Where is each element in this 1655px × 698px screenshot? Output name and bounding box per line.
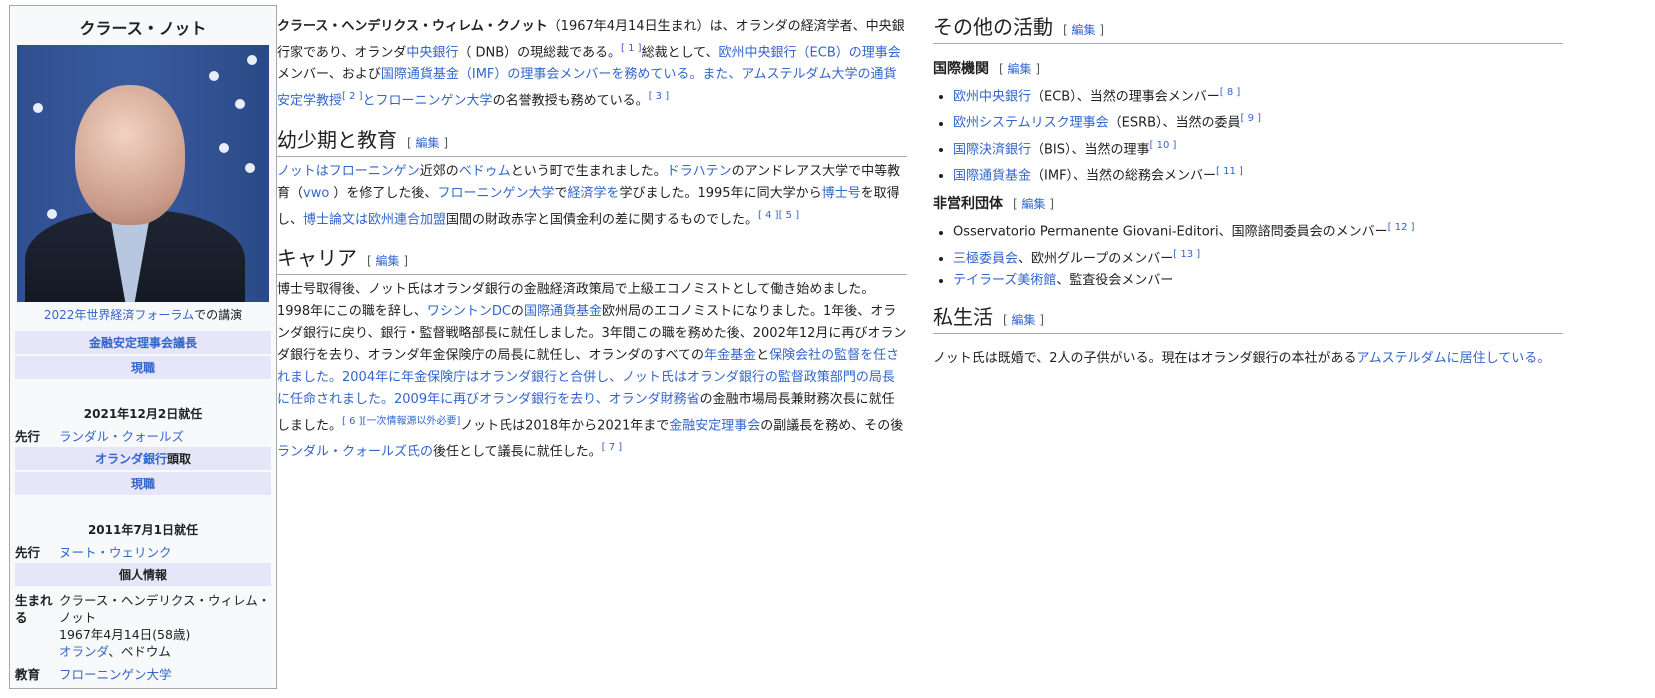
office-link-2[interactable]: オランダ銀行 [95, 452, 167, 466]
caption-link[interactable]: 2022年世界経済フォーラム [44, 308, 194, 322]
personal-life-paragraph: ノット氏は既婚で、2人の子供がいる。現在はオランダ銀行の本社があるアムステルダム… [933, 350, 1551, 366]
predecessor-link-1[interactable]: ランダル・クォールズ [59, 429, 184, 444]
image-caption: 2022年世界経済フォーラムでの講演 [43, 308, 243, 322]
edit-link[interactable]: 編集 [376, 254, 400, 268]
nonprofit-list: Osservatorio Permanente Giovani-Editori、… [933, 217, 1563, 292]
list-item: 国際通貨基金（IMF）、当然の総務会メンバー[ 11 ] [953, 161, 1563, 187]
office-header-1: 金融安定理事会議長 [15, 331, 271, 354]
office-header-2: オランダ銀行頭取 [15, 447, 271, 470]
education-link[interactable]: フローニンゲン大学 [59, 667, 172, 682]
list-item: 国際決済銀行（BIS）、当然の理事[ 10 ] [953, 135, 1563, 161]
birthplace-link[interactable]: オランダ [59, 644, 108, 659]
status-badge-2: 現職 [15, 472, 271, 495]
subheading-international: 国際機関[ 編集 ] [933, 61, 1041, 77]
office-link-1[interactable]: 金融安定理事会議長 [89, 336, 197, 350]
section-heading-other-activities: その他の活動[ 編集 ] [933, 16, 1563, 44]
list-item: Osservatorio Permanente Giovani-Editori、… [953, 217, 1563, 243]
right-content: その他の活動[ 編集 ] 国際機関[ 編集 ] 欧州中央銀行（ECB）、当然の理… [933, 16, 1563, 370]
personal-info-header: 個人情報 [15, 563, 271, 586]
list-item: 三極委員会、欧州グループのメンバー[ 13 ] [953, 244, 1563, 270]
section-heading-early-life: 幼少期と教育[ 編集 ] [277, 129, 907, 157]
predecessor-row-2: 先行 ヌート・ウェリンク [15, 545, 172, 560]
international-list: 欧州中央銀行（ECB）、当然の理事会メンバー[ 8 ] 欧州システムリスク理事会… [933, 82, 1563, 187]
assumed-office-2: 2011年7月1日就任 [87, 523, 199, 537]
predecessor-row-1: 先行 ランダル・クォールズ [15, 429, 185, 444]
edit-link[interactable]: 編集 [416, 136, 440, 150]
list-item: 欧州中央銀行（ECB）、当然の理事会メンバー[ 8 ] [953, 82, 1563, 108]
assumed-office-1: 2021年12月2日就任 [83, 407, 203, 421]
early-life-paragraph: ノットはフローニンゲン近郊のベドゥムという町で生まれました。ドラハテンのアンドレ… [277, 163, 901, 227]
career-paragraph: 博士号取得後、ノット氏はオランダ銀行の金融経済政策局で上級エコノミストとして働き… [277, 281, 907, 460]
list-item: テイラーズ美術館、監査役会メンバー [953, 270, 1563, 292]
subheading-nonprofit: 非営利団体[ 編集 ] [933, 196, 1055, 213]
portrait-image[interactable] [17, 45, 269, 302]
intro-paragraph: クラース・ヘンデリクス・ウィレム・クノット（1967年4月14日生まれ）は、オラ… [277, 19, 905, 109]
predecessor-link-2[interactable]: ヌート・ウェリンク [59, 545, 172, 560]
born-row: 生まれる クラース・ヘンデリクス・ウィレム・ノット 1967年4月14日(58歳… [15, 593, 271, 659]
section-heading-personal-life: 私生活[ 編集 ] [933, 306, 1563, 334]
main-content: クラース・ヘンデリクス・ウィレム・クノット（1967年4月14日生まれ）は、オラ… [277, 16, 907, 464]
status-badge-1: 現職 [15, 356, 271, 379]
section-heading-career: キャリア[ 編集 ] [277, 247, 907, 275]
edit-link[interactable]: 編集 [1012, 313, 1036, 327]
list-item: 欧州システムリスク理事会（ESRB）、当然の委員[ 9 ] [953, 108, 1563, 134]
infobox: クラース・ノット 2022年世界経済フォーラムでの講演 金融安定理事会議長 現職… [9, 5, 277, 689]
education-row: 教育 フローニンゲン大学 [15, 667, 172, 682]
infobox-title: クラース・ノット [79, 19, 207, 38]
edit-link[interactable]: 編集 [1072, 23, 1096, 37]
